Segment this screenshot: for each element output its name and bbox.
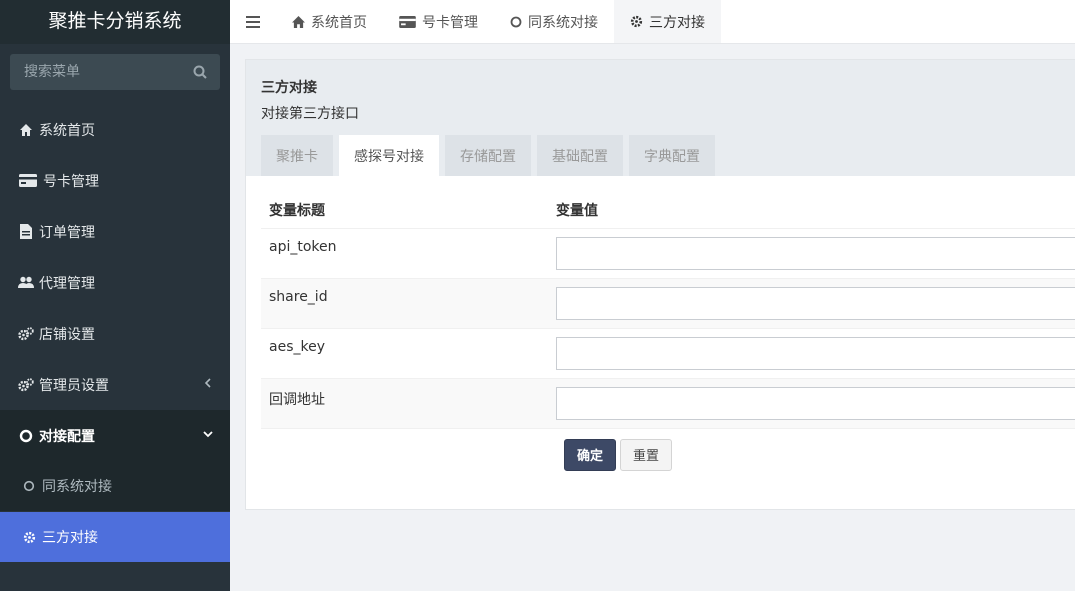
menu-toggle-button[interactable] bbox=[230, 0, 276, 43]
chevron-down-icon bbox=[203, 431, 213, 438]
column-header-title: 变量标题 bbox=[269, 203, 325, 219]
sidebar-item-label: 代理管理 bbox=[39, 275, 95, 292]
sidebar-item-integration-config[interactable]: 对接配置 bbox=[0, 410, 230, 461]
sidebar-subitem-label: 同系统对接 bbox=[42, 479, 112, 495]
sidebar-item-label: 系统首页 bbox=[39, 122, 95, 139]
sidebar-item-orders[interactable]: 订单管理 bbox=[0, 206, 230, 257]
brand-title: 聚推卡分销系统 bbox=[0, 0, 230, 44]
top-tab-label: 号卡管理 bbox=[422, 14, 478, 31]
table-row: 回调地址 bbox=[261, 378, 1075, 428]
table-header: 变量标题 变量值 bbox=[261, 192, 1075, 228]
top-tab-third-party[interactable]: 三方对接 bbox=[614, 0, 721, 43]
home-icon bbox=[292, 15, 305, 28]
sidebar-item-label: 订单管理 bbox=[39, 224, 95, 241]
top-tab-same-system[interactable]: 同系统对接 bbox=[494, 0, 614, 43]
column-header-value: 变量值 bbox=[556, 203, 598, 219]
top-navbar: 系统首页 号卡管理 同系统对接 三方对接 bbox=[230, 0, 1075, 44]
chevron-left-icon bbox=[204, 378, 211, 388]
config-tabs: 聚推卡 感探号对接 存储配置 基础配置 字典配置 bbox=[261, 135, 721, 176]
form-actions: 确定 重置 bbox=[261, 428, 1075, 480]
users-icon bbox=[18, 275, 34, 291]
sidebar-item-admin-settings[interactable]: 管理员设置 bbox=[0, 359, 230, 410]
sidebar-subitem-third-party[interactable]: 三方对接 bbox=[0, 512, 230, 562]
variable-label: aes_key bbox=[269, 339, 325, 355]
sidebar: 聚推卡分销系统 系统首页 号卡管理 订单管理 代理管理 店铺设置 管理员设置 对… bbox=[0, 0, 230, 591]
gears-icon bbox=[18, 377, 34, 393]
variable-label: api_token bbox=[269, 239, 337, 255]
reset-button[interactable]: 重置 bbox=[620, 438, 673, 471]
sidebar-item-label: 号卡管理 bbox=[43, 173, 99, 190]
home-icon bbox=[18, 122, 34, 138]
panel-subtitle: 对接第三方接口 bbox=[261, 106, 359, 122]
gear-icon bbox=[630, 15, 643, 28]
circle-icon bbox=[510, 16, 522, 28]
circle-icon bbox=[22, 479, 36, 493]
sidebar-item-home[interactable]: 系统首页 bbox=[0, 104, 230, 155]
tab-storage-config[interactable]: 存储配置 bbox=[445, 135, 531, 176]
aes-key-input[interactable] bbox=[556, 337, 1075, 370]
top-tab-cards[interactable]: 号卡管理 bbox=[383, 0, 494, 43]
top-tab-label: 三方对接 bbox=[649, 14, 705, 31]
credit-card-icon bbox=[399, 15, 416, 28]
top-tab-home[interactable]: 系统首页 bbox=[276, 0, 383, 43]
variable-label: share_id bbox=[269, 289, 328, 305]
credit-card-icon bbox=[18, 173, 38, 189]
sidebar-search-box bbox=[10, 54, 220, 90]
circle-icon bbox=[18, 428, 34, 444]
file-icon bbox=[18, 224, 34, 240]
tab-basic-config[interactable]: 基础配置 bbox=[537, 135, 623, 176]
search-icon[interactable] bbox=[192, 64, 208, 80]
variables-table: 变量标题 变量值 api_token share_id aes_key 回调地址… bbox=[261, 192, 1075, 480]
callback-url-input[interactable] bbox=[556, 387, 1075, 420]
top-tab-label: 系统首页 bbox=[311, 14, 367, 31]
hamburger-icon bbox=[246, 15, 260, 28]
confirm-button[interactable]: 确定 bbox=[564, 438, 617, 471]
panel-header: 三方对接 对接第三方接口 聚推卡 感探号对接 存储配置 基础配置 字典配置 bbox=[246, 60, 1075, 176]
sidebar-subitem-same-system[interactable]: 同系统对接 bbox=[0, 461, 230, 511]
tab-jutuika[interactable]: 聚推卡 bbox=[261, 135, 333, 176]
sidebar-item-label: 对接配置 bbox=[39, 428, 95, 445]
variable-label: 回调地址 bbox=[269, 392, 325, 408]
sidebar-item-agents[interactable]: 代理管理 bbox=[0, 257, 230, 308]
share-id-input[interactable] bbox=[556, 287, 1075, 320]
gears-icon bbox=[18, 326, 34, 342]
top-tab-label: 同系统对接 bbox=[528, 14, 598, 31]
gear-icon bbox=[22, 530, 36, 544]
table-body: api_token share_id aes_key 回调地址 bbox=[261, 228, 1075, 428]
sidebar-subitem-label: 三方对接 bbox=[42, 530, 98, 546]
sidebar-item-label: 店铺设置 bbox=[39, 326, 95, 343]
table-row: api_token bbox=[261, 228, 1075, 278]
content-panel: 三方对接 对接第三方接口 聚推卡 感探号对接 存储配置 基础配置 字典配置 变量… bbox=[245, 59, 1075, 510]
tab-gantanhao[interactable]: 感探号对接 bbox=[339, 135, 439, 176]
sidebar-search-input[interactable] bbox=[10, 54, 220, 90]
sidebar-item-cards[interactable]: 号卡管理 bbox=[0, 155, 230, 206]
table-row: share_id bbox=[261, 278, 1075, 328]
table-row: aes_key bbox=[261, 328, 1075, 378]
tab-dictionary-config[interactable]: 字典配置 bbox=[629, 135, 715, 176]
sidebar-item-shop-settings[interactable]: 店铺设置 bbox=[0, 308, 230, 359]
api-token-input[interactable] bbox=[556, 237, 1075, 270]
panel-title: 三方对接 bbox=[261, 80, 317, 96]
sidebar-item-label: 管理员设置 bbox=[39, 377, 109, 394]
